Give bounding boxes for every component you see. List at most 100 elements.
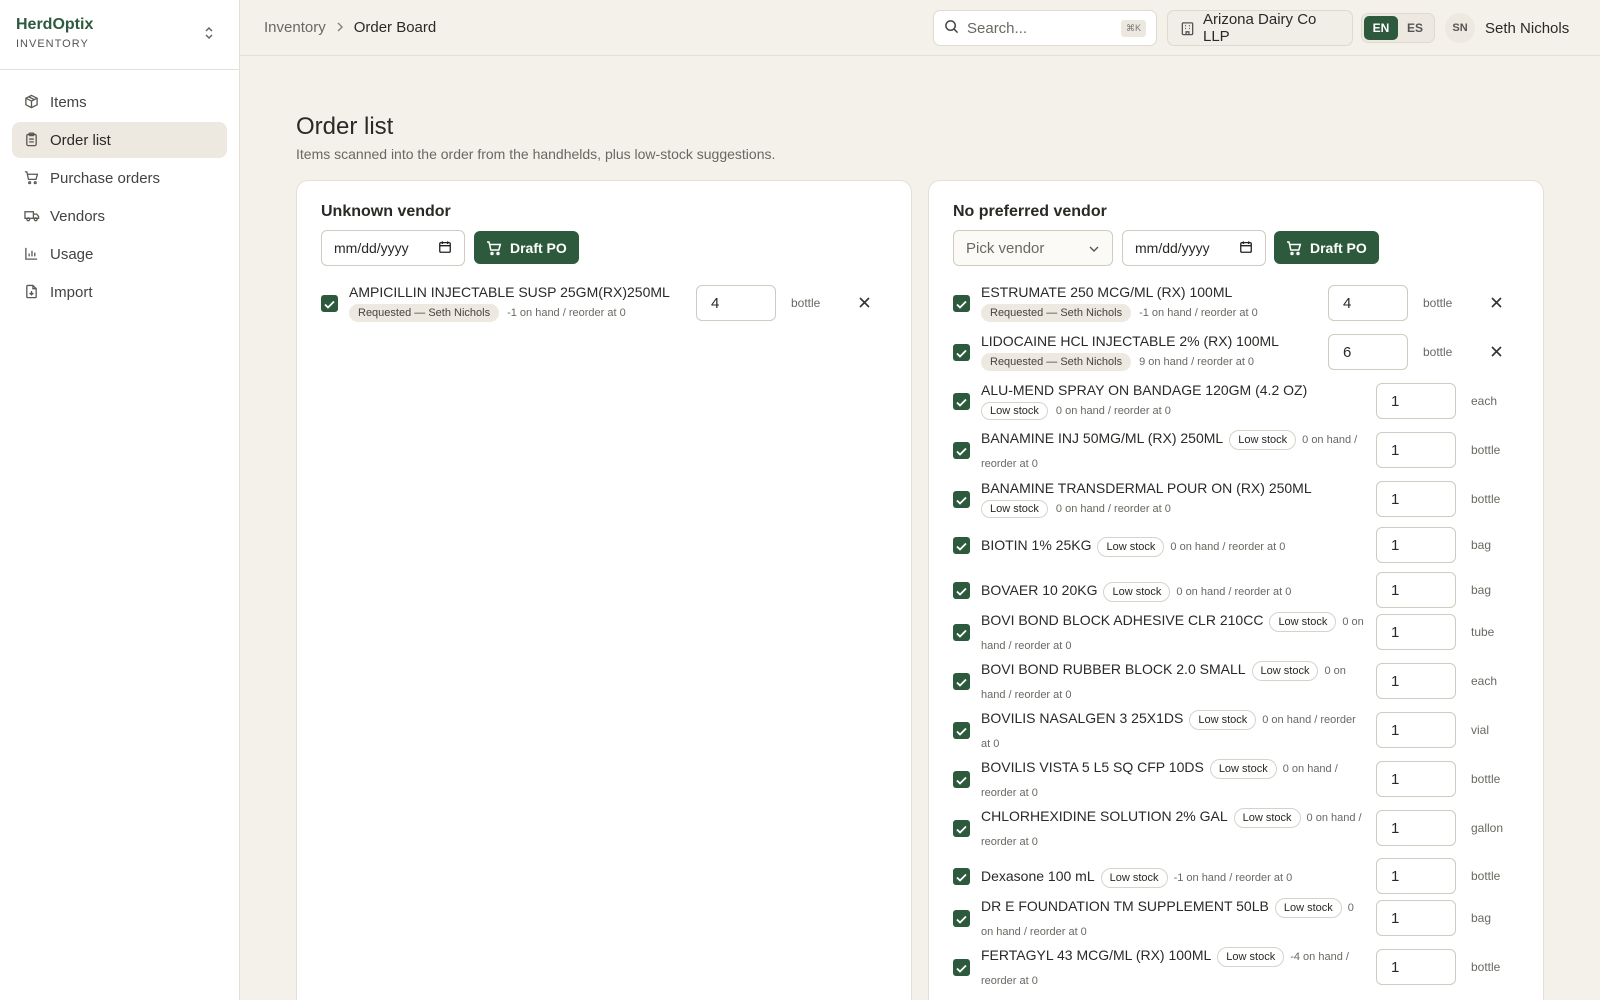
unit-label: bottle (1471, 443, 1501, 457)
remove-item-button[interactable] (856, 295, 872, 311)
breadcrumb-inventory-link[interactable]: Inventory (264, 19, 326, 36)
quantity-input[interactable]: 1 (1376, 481, 1456, 517)
item-checkbox[interactable] (953, 722, 970, 739)
avatar: SN (1445, 13, 1475, 43)
unit-label: each (1471, 394, 1498, 408)
quantity-input[interactable]: 1 (1376, 614, 1456, 650)
remove-item-button[interactable] (1488, 295, 1504, 311)
item-checkbox[interactable] (321, 295, 338, 312)
check-icon (956, 538, 967, 554)
sidebar-item-purchase-orders[interactable]: Purchase orders (12, 160, 227, 196)
unit-label: bottle (1423, 296, 1453, 310)
item-info: BOVILIS VISTA 5 L5 SQ CFP 10DS Low stock 0… (981, 756, 1366, 804)
check-icon (956, 772, 967, 788)
draft-po-button[interactable]: Draft PO (1274, 231, 1379, 264)
order-date-field[interactable]: mm/dd/yyyy (321, 230, 465, 266)
item-checkbox[interactable] (953, 442, 970, 459)
unit-label: tube (1471, 625, 1495, 639)
order-item-row: CHLORHEXIDINE SOLUTION 2% GAL Low stock 0 … (953, 808, 1519, 848)
item-checkbox[interactable] (953, 491, 970, 508)
quantity-input[interactable]: 1 (1376, 712, 1456, 748)
item-info: BOVI BOND BLOCK ADHESIVE CLR 210CC Low st… (981, 609, 1366, 657)
order-item-row: FERTAGYL 43 MCG/ML (RX) 100ML Low stock -4… (953, 947, 1519, 987)
item-meta: Requested — Seth Nichols -1 on hand / reo… (349, 304, 684, 322)
item-checkbox[interactable] (953, 582, 970, 599)
item-checkbox[interactable] (953, 624, 970, 641)
close-icon (1490, 344, 1502, 360)
user-name: Seth Nichols (1485, 19, 1570, 37)
order-item-row: BOVILIS NASALGEN 3 25X1DS Low stock 0 on h… (953, 710, 1519, 750)
sidebar-item-items[interactable]: Items (12, 84, 227, 120)
item-checkbox[interactable] (953, 295, 970, 312)
user-menu[interactable]: SN Seth Nichols (1445, 13, 1569, 43)
quantity-input[interactable]: 1 (1376, 810, 1456, 846)
check-icon (956, 911, 967, 927)
chevrons-up-down-icon[interactable] (203, 25, 219, 43)
search-shortcut: ⌘K (1120, 19, 1146, 37)
item-checkbox[interactable] (953, 959, 970, 976)
item-checkbox[interactable] (953, 771, 970, 788)
remove-item-button[interactable] (1488, 344, 1504, 360)
check-icon (956, 869, 967, 885)
order-date-field[interactable]: mm/dd/yyyy (1122, 230, 1266, 266)
low-stock-badge: Low stock (1217, 947, 1285, 967)
low-stock-badge: Low stock (1103, 582, 1171, 602)
sidebar-item-order-list[interactable]: Order list (12, 122, 227, 158)
quantity-input[interactable]: 1 (1376, 572, 1456, 608)
item-info: FERTAGYL 43 MCG/ML (RX) 100ML Low stock -4… (981, 944, 1366, 992)
item-name: CHLORHEXIDINE SOLUTION 2% GAL (981, 808, 1228, 824)
org-switcher-button[interactable]: Arizona Dairy Co LLP (1167, 10, 1353, 46)
low-stock-badge: Low stock (1097, 537, 1165, 557)
order-item-row: ALU-MEND SPRAY ON BANDAGE 120GM (4.2 OZ)… (953, 381, 1519, 421)
quantity-input[interactable]: 1 (1376, 383, 1456, 419)
sidebar: HerdOptix INVENTORY Items Order list Purch… (0, 0, 240, 1000)
item-checkbox[interactable] (953, 344, 970, 361)
quantity-input[interactable]: 1 (1376, 527, 1456, 563)
search-input[interactable]: Search... ⌘K (933, 10, 1157, 46)
item-meta: Requested — Seth Nichols 9 on hand / reor… (981, 353, 1316, 371)
item-checkbox[interactable] (953, 868, 970, 885)
brand-switcher[interactable]: HerdOptix INVENTORY (0, 0, 239, 70)
quantity-input[interactable]: 1 (1376, 949, 1456, 985)
sidebar-item-vendors[interactable]: Vendors (12, 198, 227, 234)
quantity-input[interactable]: 1 (1376, 663, 1456, 699)
stock-level: 9 on hand / reorder at 0 (1139, 356, 1255, 368)
sidebar-item-import[interactable]: Import (12, 274, 227, 310)
vendor-select[interactable]: Pick vendor (953, 230, 1113, 266)
item-name: BIOTIN 1% 25KG (981, 537, 1092, 553)
bar-chart-icon (24, 246, 40, 262)
unit-label: bottle (1423, 345, 1453, 359)
item-info: ESTRUMATE 250 MCG/ML (RX) 100ML Requested… (981, 283, 1316, 322)
order-item-row: BOVILIS VISTA 5 L5 SQ CFP 10DS Low stock 0… (953, 759, 1519, 799)
item-checkbox[interactable] (953, 820, 970, 837)
item-checkbox[interactable] (953, 673, 970, 690)
low-stock-badge: Low stock (1251, 661, 1319, 681)
unit-label: bottle (1471, 869, 1501, 883)
sidebar-item-usage[interactable]: Usage (12, 236, 227, 272)
check-icon (956, 821, 967, 837)
item-info: BANAMINE TRANSDERMAL POUR ON (RX) 250ML L… (981, 479, 1364, 518)
quantity-input[interactable]: 1 (1376, 900, 1456, 936)
item-name: BOVAER 10 20KG (981, 582, 1098, 598)
quantity-input[interactable]: 1 (1376, 432, 1456, 468)
quantity-input[interactable]: 1 (1376, 858, 1456, 894)
item-checkbox[interactable] (953, 393, 970, 410)
low-stock-badge: Low stock (1274, 898, 1342, 918)
close-icon (858, 295, 870, 311)
item-checkbox[interactable] (953, 537, 970, 554)
draft-po-label: Draft PO (1310, 239, 1367, 256)
draft-po-button[interactable]: Draft PO (474, 231, 579, 264)
order-item-row: Dexasone 100 mL Low stock -1 on hand / reo… (953, 858, 1519, 894)
vendor-panel-none: No preferred vendor Pick vendor mm/dd/yy… (928, 180, 1544, 1000)
vendor-panel-unknown: Unknown vendor mm/dd/yyyy Draft PO AMPIC… (296, 180, 912, 1000)
lang-es-button[interactable]: ES (1398, 16, 1432, 40)
quantity-input[interactable]: 1 (1376, 761, 1456, 797)
stock-level: 0 on hand / reorder at 0 (1055, 503, 1171, 515)
quantity-input[interactable]: 4 (1328, 285, 1408, 321)
item-info: BANAMINE INJ 50MG/ML (RX) 250ML Low stock… (981, 427, 1366, 475)
quantity-input[interactable]: 6 (1328, 334, 1408, 370)
sidebar-nav: Items Order list Purchase orders Vendors Usa… (0, 70, 239, 326)
lang-en-button[interactable]: EN (1364, 16, 1398, 40)
quantity-input[interactable]: 4 (696, 285, 776, 321)
item-checkbox[interactable] (953, 910, 970, 927)
